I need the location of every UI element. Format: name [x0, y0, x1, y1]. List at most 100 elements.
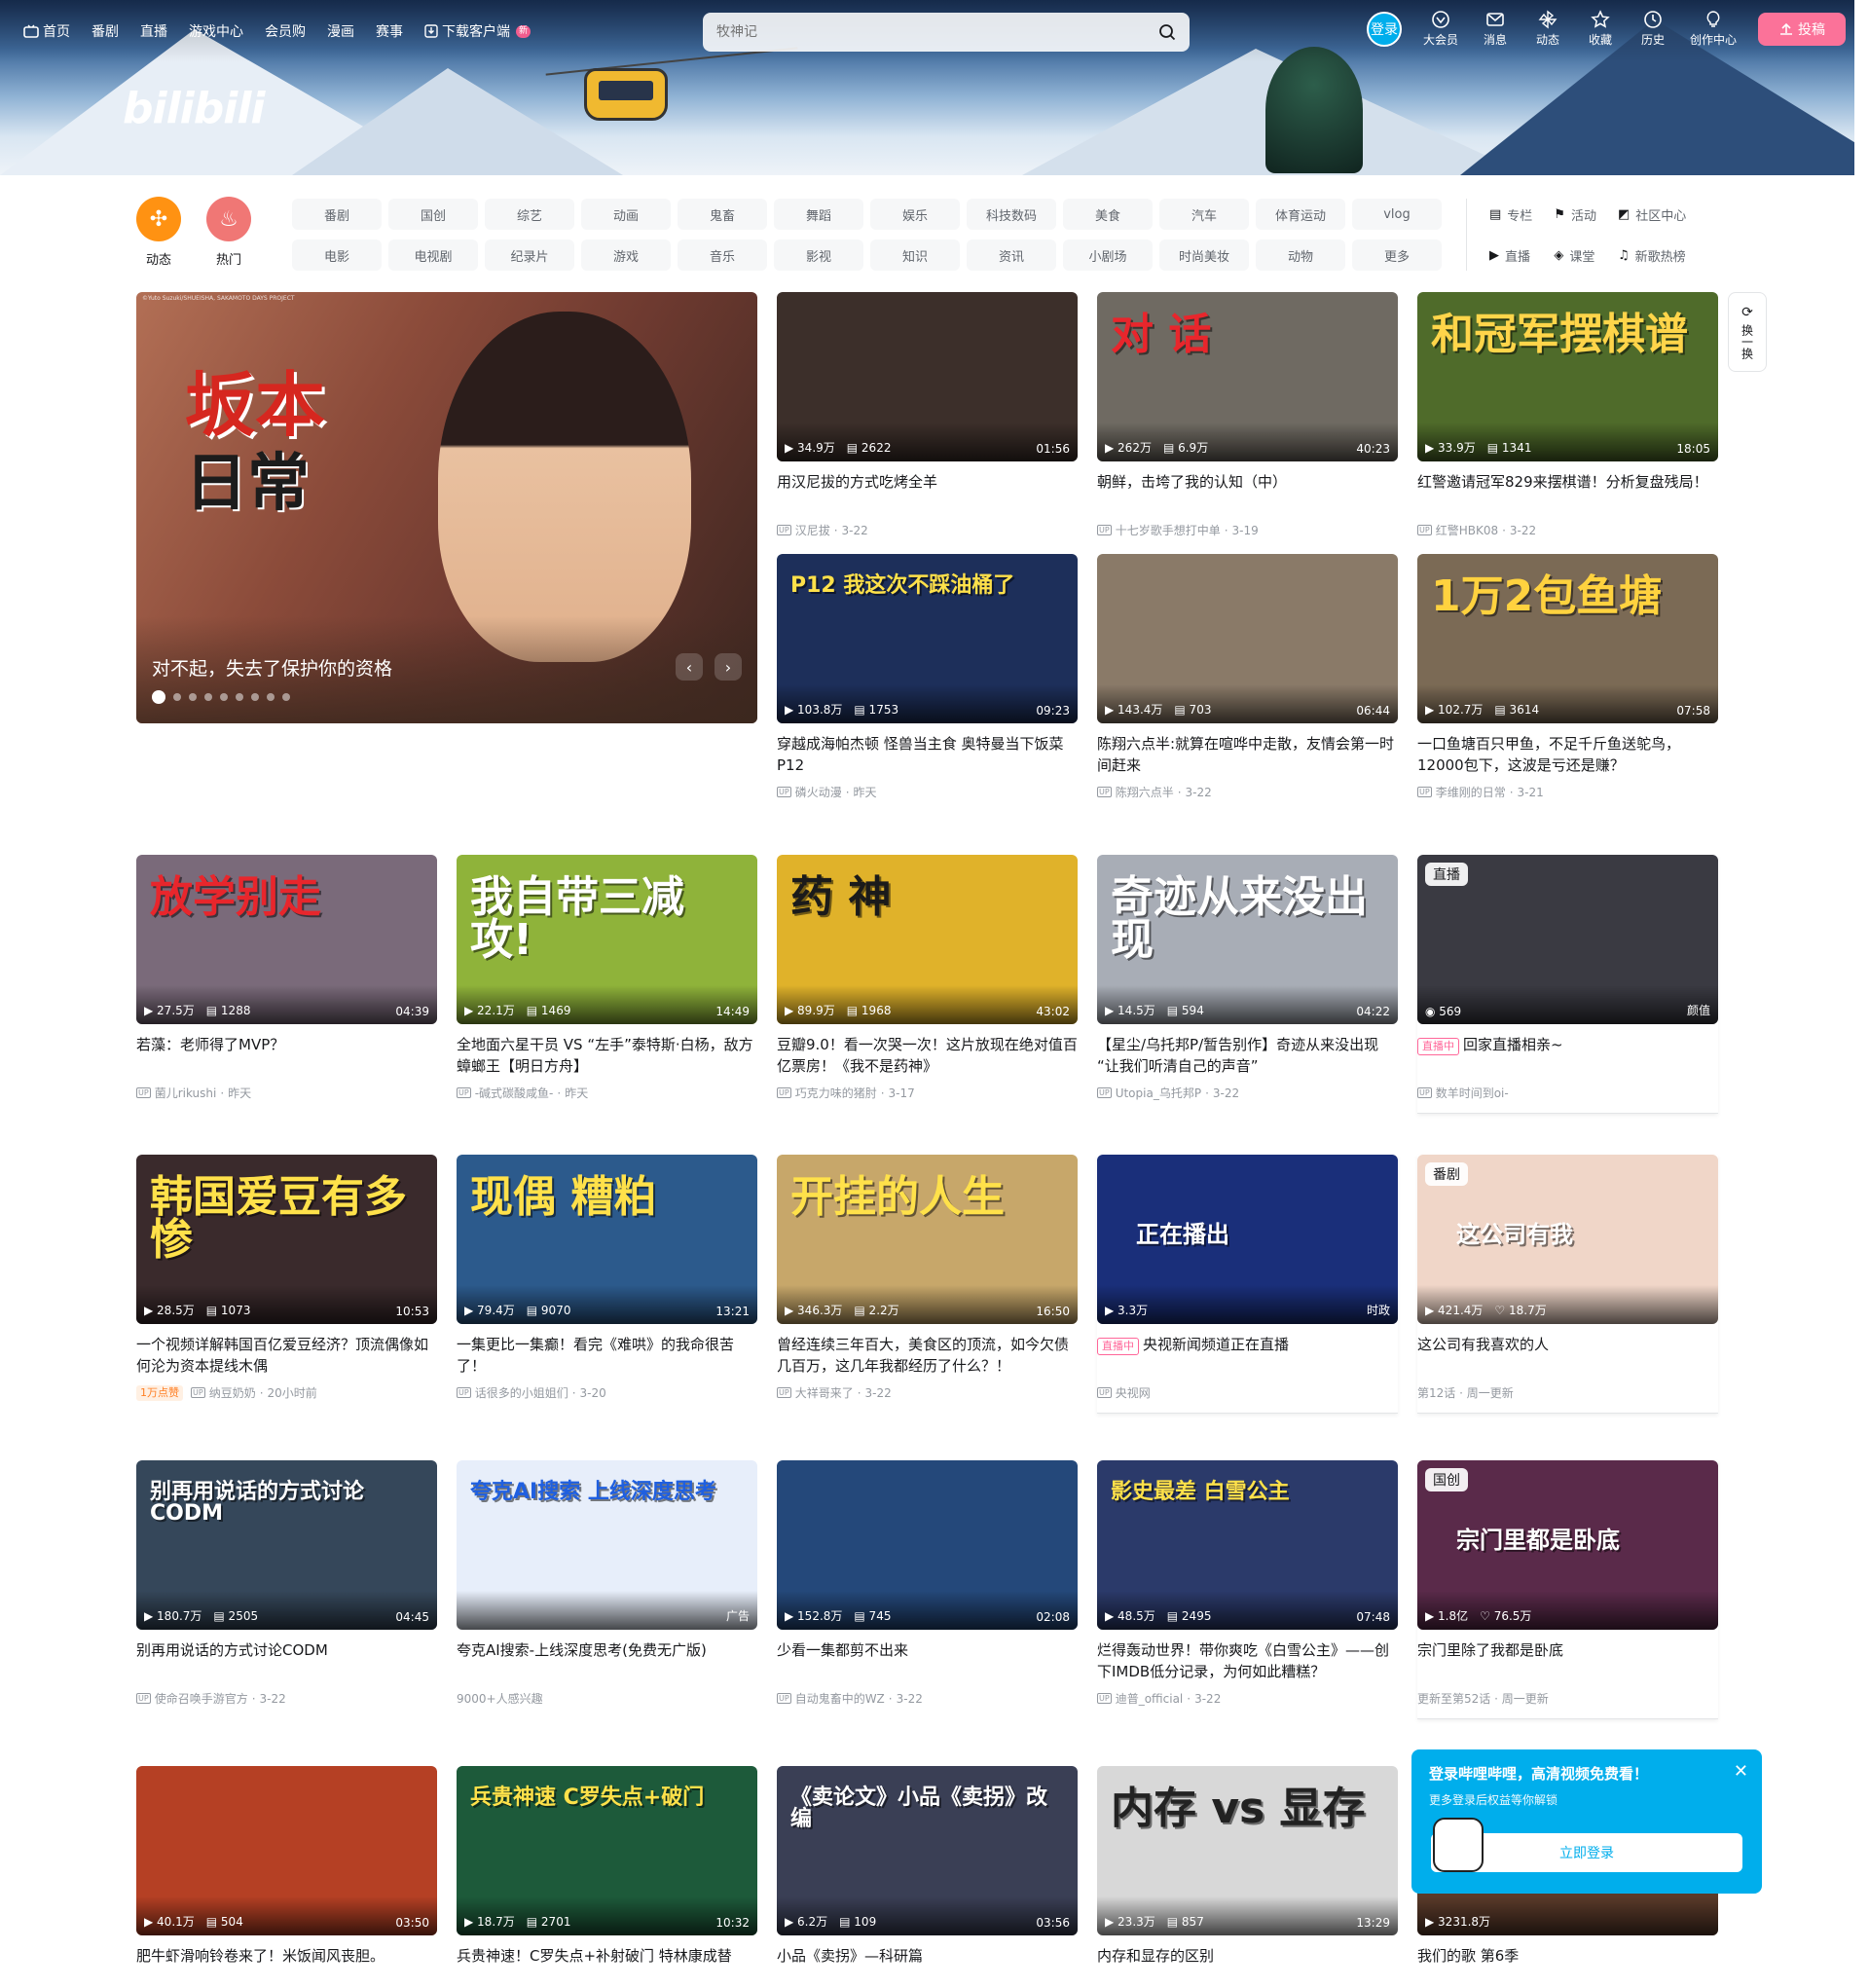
- guochuang-card[interactable]: 宗门里都是卧底 国创 ▶ 1.8亿 ♡ 76.5万 宗门里除了我都是卧底 更新至第52话 …: [1417, 1460, 1718, 1719]
- carousel-dot[interactable]: [189, 693, 197, 701]
- channel-23[interactable]: 更多: [1352, 239, 1442, 271]
- bangumi-card[interactable]: 这公司有我 番剧 ▶ 421.4万 ♡ 18.7万 这公司有我喜欢的人 第12话 · 周一…: [1417, 1155, 1718, 1414]
- uploader-name[interactable]: 红警HBK08: [1436, 522, 1498, 538]
- carousel-dot[interactable]: [152, 690, 165, 704]
- uploader-name[interactable]: 自动鬼畜中的WZ: [795, 1690, 885, 1707]
- channel-19[interactable]: 资讯: [967, 239, 1056, 271]
- uploader-name[interactable]: -碱式碳酸咸鱼-: [475, 1085, 554, 1101]
- video-thumbnail[interactable]: 放学别走 ▶ 27.5万 ▤ 1288 04:39: [136, 855, 437, 1024]
- uploader-name[interactable]: 数羊时间到oi-: [1436, 1085, 1509, 1101]
- nav-dynamic[interactable]: 动态: [1532, 10, 1563, 48]
- video-thumbnail[interactable]: ▶ 34.9万 ▤ 2622 01:56: [777, 292, 1078, 461]
- video-card[interactable]: 和冠军摆棋谱 ▶ 33.9万 ▤ 1341 18:05 红警邀请冠军829来摆棋谱！分析…: [1417, 292, 1718, 538]
- nav-game-center[interactable]: 游戏中心: [189, 21, 243, 41]
- bangumi-card-thumbnail[interactable]: 这公司有我 番剧 ▶ 421.4万 ♡ 18.7万: [1417, 1155, 1718, 1324]
- video-title[interactable]: 我们的歌 第6季: [1417, 1945, 1718, 1988]
- video-title[interactable]: 用汉尼拔的方式吃烤全羊: [777, 471, 1078, 514]
- cctv-live-card[interactable]: 正在播出 ▶ 3.3万 时政 直播中 央视新闻频道正在直播 UP 央视网: [1097, 1155, 1398, 1414]
- video-thumbnail[interactable]: 对 话 ▶ 262万 ▤ 6.9万 40:23: [1097, 292, 1398, 461]
- video-title[interactable]: 红警邀请冠军829来摆棋谱！分析复盘残局！: [1417, 471, 1718, 514]
- nav-favorites[interactable]: 收藏: [1585, 10, 1616, 48]
- video-card[interactable]: 别再用说话的方式讨论CODM ▶ 180.7万 ▤ 2505 04:45 别再用说话的方…: [136, 1460, 437, 1707]
- channel-2[interactable]: 综艺: [485, 199, 574, 230]
- video-title[interactable]: 少看一集都剪不出来: [777, 1639, 1078, 1682]
- video-title[interactable]: 穿越成海帕杰顿 怪兽当主食 奥特曼当下饭菜P12: [777, 733, 1078, 776]
- channel-15[interactable]: 游戏: [581, 239, 671, 271]
- video-card[interactable]: ▶ 40.1万 ▤ 504 03:50 肥牛虾滑响铃卷来了！米饭闻风丧胆。: [136, 1766, 437, 1988]
- close-icon[interactable]: ✕: [1734, 1761, 1748, 1782]
- nav-creator-center[interactable]: 创作中心: [1690, 10, 1737, 48]
- bilibili-logo[interactable]: bilibili: [123, 84, 265, 133]
- uploader-name[interactable]: 纳豆奶奶: [209, 1384, 256, 1401]
- video-thumbnail[interactable]: 韩国爱豆有多惨 ▶ 28.5万 ▤ 1073 10:53: [136, 1155, 437, 1324]
- channel-8[interactable]: 美食: [1063, 199, 1153, 230]
- video-thumbnail[interactable]: ▶ 143.4万 ▤ 703 06:44: [1097, 554, 1398, 723]
- channel-16[interactable]: 音乐: [678, 239, 767, 271]
- video-card[interactable]: ▶ 152.8万 ▤ 745 02:08 少看一集都剪不出来 UP 自动鬼畜中的WZ · 3-…: [777, 1460, 1078, 1707]
- video-title[interactable]: 朝鲜，击垮了我的认知（中）: [1097, 471, 1398, 514]
- uploader-name[interactable]: 十七岁歌手想打中单: [1116, 522, 1221, 538]
- video-title[interactable]: 直播中 回家直播相亲~: [1417, 1034, 1718, 1077]
- channel-6[interactable]: 娱乐: [870, 199, 960, 230]
- video-thumbnail[interactable]: 开挂的人生 ▶ 346.3万 ▤ 2.2万 16:50: [777, 1155, 1078, 1324]
- video-thumbnail[interactable]: 夸克AI搜索 上线深度思考 广告: [457, 1460, 757, 1630]
- nav-home[interactable]: 首页: [23, 21, 70, 41]
- channel-17[interactable]: 影视: [774, 239, 863, 271]
- live-card-thumbnail[interactable]: 直播 ◉ 569 颜值: [1417, 855, 1718, 1024]
- video-card[interactable]: 对 话 ▶ 262万 ▤ 6.9万 40:23 朝鲜，击垮了我的认知（中） UP 十七岁歌手…: [1097, 292, 1398, 538]
- nav-history[interactable]: 历史: [1637, 10, 1668, 48]
- uploader-name[interactable]: 巧克力味的猪肘: [795, 1085, 877, 1101]
- featured-carousel[interactable]: ©Yuto Suzuki/SHUEISHA, SAKAMOTO DAYS PRO…: [136, 292, 757, 723]
- video-thumbnail[interactable]: 内存 vs 显存 ▶ 23.3万 ▤ 857 13:29: [1097, 1766, 1398, 1935]
- nav-download-client[interactable]: 下载客户端 新: [424, 21, 531, 41]
- video-title[interactable]: 曾经连续三年百大，美食区的顶流，如今欠债几百万，这几年我都经历了什么？！: [777, 1334, 1078, 1377]
- carousel-dot[interactable]: [173, 693, 181, 701]
- video-thumbnail[interactable]: 现偶 糟粕 ▶ 79.4万 ▤ 9070 13:21: [457, 1155, 757, 1324]
- login-button[interactable]: 登录: [1366, 11, 1402, 47]
- video-title[interactable]: 全地面六星干员 VS “左手”泰特斯·白杨，敌方蟑螂王【明日方舟】: [457, 1034, 757, 1077]
- uploader-name[interactable]: 使命召唤手游官方: [155, 1690, 248, 1707]
- carousel-dot[interactable]: [251, 693, 259, 701]
- video-thumbnail[interactable]: 兵贵神速 C罗失点+破门 ▶ 18.7万 ▤ 2701 10:32: [457, 1766, 757, 1935]
- video-card[interactable]: 我自带三减攻! ▶ 22.1万 ▤ 1469 14:49 全地面六星干员 VS “左手”…: [457, 855, 757, 1101]
- uploader-name[interactable]: 李维刚的日常: [1436, 784, 1506, 800]
- video-card[interactable]: 内存 vs 显存 ▶ 23.3万 ▤ 857 13:29 内存和显存的区别: [1097, 1766, 1398, 1988]
- video-title[interactable]: 内存和显存的区别: [1097, 1945, 1398, 1988]
- uploader-name[interactable]: 迪普_official: [1116, 1690, 1184, 1707]
- uploader-name[interactable]: 陈翔六点半: [1116, 784, 1174, 800]
- uploader-name[interactable]: 磷火动漫: [795, 784, 842, 800]
- video-title[interactable]: 若藻：老师得了MVP？: [136, 1034, 437, 1077]
- side-link-column[interactable]: ▤ 专栏: [1489, 199, 1532, 230]
- side-link-music-chart[interactable]: ♫ 新歌热榜: [1618, 239, 1686, 271]
- channel-5[interactable]: 舞蹈: [774, 199, 863, 230]
- carousel-dot[interactable]: [236, 693, 243, 701]
- side-link-community[interactable]: ◩ 社区中心: [1618, 199, 1686, 230]
- video-title[interactable]: 肥牛虾滑响铃卷来了！米饭闻风丧胆。: [136, 1945, 437, 1988]
- video-thumbnail[interactable]: 药 神 ▶ 89.9万 ▤ 1968 43:02: [777, 855, 1078, 1024]
- video-card[interactable]: 《卖论文》小品《卖拐》改编 ▶ 6.2万 ▤ 109 03:56 小品《卖拐》—科研篇: [777, 1766, 1078, 1988]
- video-thumbnail[interactable]: 我自带三减攻! ▶ 22.1万 ▤ 1469 14:49: [457, 855, 757, 1024]
- channel-9[interactable]: 汽车: [1159, 199, 1249, 230]
- video-title[interactable]: 烂得轰动世界！带你爽吃《白雪公主》——创下IMDB低分记录，为何如此糟糕？: [1097, 1639, 1398, 1682]
- video-title[interactable]: 兵贵神速！C罗失点+补射破门 特林康成替: [457, 1945, 757, 1988]
- video-title[interactable]: 宗门里除了我都是卧底: [1417, 1639, 1718, 1682]
- video-card[interactable]: 夸克AI搜索 上线深度思考 广告 夸克AI搜索-上线深度思考(免费无广版) 9000+…: [457, 1460, 757, 1707]
- channel-1[interactable]: 国创: [388, 199, 478, 230]
- nav-anime[interactable]: 番剧: [92, 21, 119, 41]
- video-title[interactable]: 一集更比一集癫！看完《难哄》的我命很苦了！: [457, 1334, 757, 1377]
- video-title[interactable]: 陈翔六点半:就算在喧哗中走散，友情会第一时间赶来: [1097, 733, 1398, 776]
- quick-dynamic[interactable]: ✣ 动态: [136, 197, 181, 268]
- channel-0[interactable]: 番剧: [292, 199, 382, 230]
- video-card[interactable]: 放学别走 ▶ 27.5万 ▤ 1288 04:39 若藻：老师得了MVP？ UP 菌儿rik…: [136, 855, 437, 1101]
- uploader-name[interactable]: 菌儿rikushi: [155, 1085, 217, 1101]
- video-thumbnail[interactable]: 《卖论文》小品《卖拐》改编 ▶ 6.2万 ▤ 109 03:56: [777, 1766, 1078, 1935]
- channel-14[interactable]: 纪录片: [485, 239, 574, 271]
- video-thumbnail[interactable]: 1万2包鱼塘 ▶ 102.7万 ▤ 3614 07:58: [1417, 554, 1718, 723]
- guochuang-card-thumbnail[interactable]: 宗门里都是卧底 国创 ▶ 1.8亿 ♡ 76.5万: [1417, 1460, 1718, 1630]
- video-title[interactable]: 夸克AI搜索-上线深度思考(免费无广版): [457, 1639, 757, 1682]
- video-title[interactable]: 小品《卖拐》—科研篇: [777, 1945, 1078, 1988]
- video-title[interactable]: 别再用说话的方式讨论CODM: [136, 1639, 437, 1682]
- carousel-dot[interactable]: [267, 693, 275, 701]
- carousel-dot[interactable]: [220, 693, 228, 701]
- video-card[interactable]: 开挂的人生 ▶ 346.3万 ▤ 2.2万 16:50 曾经连续三年百大，美食区的顶流，…: [777, 1155, 1078, 1401]
